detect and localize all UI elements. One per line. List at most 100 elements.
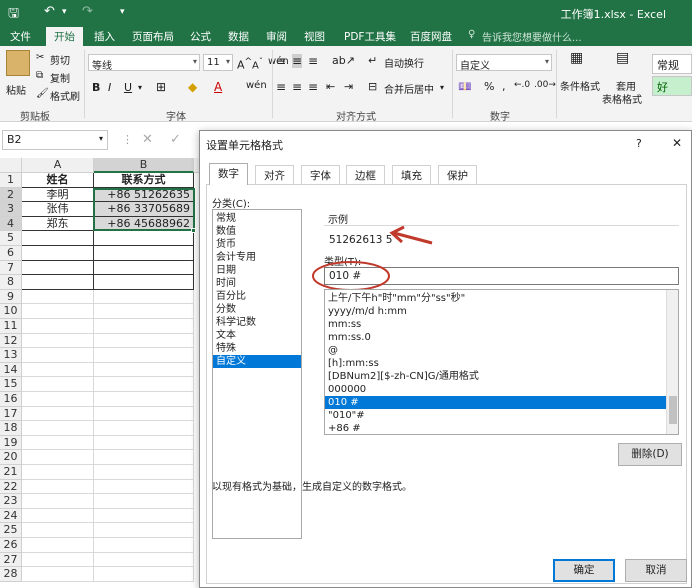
cell[interactable] xyxy=(22,304,94,319)
row-header[interactable]: 18 xyxy=(0,421,22,436)
cell[interactable] xyxy=(94,260,194,276)
tab-alignment[interactable]: 对齐 xyxy=(255,165,294,184)
cell[interactable] xyxy=(94,289,194,305)
cell[interactable] xyxy=(94,479,194,495)
increase-indent-icon[interactable]: ⇥ xyxy=(344,80,353,93)
delete-button[interactable]: 删除(D) xyxy=(618,443,682,466)
name-box[interactable]: B2 ▾ xyxy=(2,130,108,150)
font-color-icon[interactable]: A xyxy=(214,80,222,94)
cell[interactable] xyxy=(22,435,94,451)
row-header[interactable]: 24 xyxy=(0,508,22,524)
row-header[interactable]: 19 xyxy=(0,435,22,451)
border-icon[interactable]: ⊞ xyxy=(156,80,166,94)
row-header[interactable]: 2 xyxy=(0,187,22,203)
category-item[interactable]: 百分比 xyxy=(213,290,301,303)
category-item[interactable]: 日期 xyxy=(213,264,301,277)
tab-baidu-netdisk[interactable]: 百度网盘 xyxy=(410,29,452,44)
cell[interactable] xyxy=(22,567,94,582)
format-item[interactable]: 000000 xyxy=(325,383,666,396)
format-item[interactable]: mm:ss.0 xyxy=(325,331,666,344)
ok-button[interactable]: 确定 xyxy=(553,559,615,582)
cell[interactable] xyxy=(22,289,94,305)
tab-review[interactable]: 审阅 xyxy=(266,29,287,44)
cell[interactable] xyxy=(22,450,94,465)
row-header[interactable]: 12 xyxy=(0,333,22,349)
row-header[interactable]: 21 xyxy=(0,465,22,480)
special-char-icon[interactable]: wén xyxy=(246,80,267,91)
cell[interactable] xyxy=(94,333,194,349)
paste-icon[interactable] xyxy=(6,50,30,76)
cell[interactable] xyxy=(94,246,194,261)
underline-icon[interactable]: U xyxy=(124,81,132,94)
cell[interactable] xyxy=(22,333,94,349)
tab-border[interactable]: 边框 xyxy=(346,165,385,184)
row-header[interactable]: 3 xyxy=(0,202,22,217)
paste-button[interactable]: 粘贴 xyxy=(6,82,26,97)
customize-toolbar-icon[interactable]: ▾ xyxy=(120,7,125,17)
cell[interactable] xyxy=(94,231,194,246)
cell[interactable] xyxy=(94,523,194,538)
shrink-font-icon[interactable]: Aˇ xyxy=(252,56,263,71)
tab-insert[interactable]: 插入 xyxy=(94,29,115,44)
cell[interactable] xyxy=(22,260,94,276)
cell[interactable] xyxy=(94,435,194,451)
cell[interactable] xyxy=(22,231,94,246)
cell[interactable] xyxy=(22,319,94,334)
cell[interactable]: +86 33705689 xyxy=(94,202,194,217)
orientation-icon[interactable]: ab↗ xyxy=(332,54,355,67)
merge-center-icon[interactable]: ⊟ xyxy=(368,80,377,93)
cell[interactable] xyxy=(94,567,194,582)
align-bottom-icon[interactable]: ≡ xyxy=(308,54,318,68)
tab-fill[interactable]: 填充 xyxy=(392,165,431,184)
category-item[interactable]: 会计专用 xyxy=(213,251,301,264)
cancel-button[interactable]: 取消 xyxy=(625,559,687,582)
cell[interactable] xyxy=(94,552,194,568)
cell[interactable] xyxy=(94,538,194,553)
cell[interactable] xyxy=(22,523,94,538)
row-header[interactable]: 17 xyxy=(0,406,22,422)
help-button[interactable]: ? xyxy=(636,137,642,150)
cut-button[interactable]: 剪切 xyxy=(50,52,70,67)
table-format-button-2[interactable]: 表格格式 xyxy=(602,91,642,106)
category-item[interactable]: 科学记数 xyxy=(213,316,301,329)
scrollbar-thumb[interactable] xyxy=(669,396,677,424)
close-button[interactable]: ✕ xyxy=(672,136,682,150)
style-good[interactable]: 好 xyxy=(652,76,692,96)
enter-icon[interactable]: ✓ xyxy=(170,132,181,147)
cell[interactable]: 张伟 xyxy=(22,202,94,217)
format-painter-button[interactable]: 格式刷 xyxy=(50,88,80,103)
undo-icon[interactable]: ↶ xyxy=(44,4,55,19)
italic-icon[interactable]: I xyxy=(108,81,111,94)
column-header-b[interactable]: B xyxy=(94,158,194,173)
tab-home[interactable]: 开始 xyxy=(46,27,83,46)
format-item[interactable]: 010 # xyxy=(325,396,666,409)
cell[interactable] xyxy=(22,275,94,290)
increase-decimal-icon[interactable]: ←.0 xyxy=(514,80,530,90)
format-item[interactable]: [DBNum2][$-zh-CN]G/通用格式 xyxy=(325,370,666,383)
category-item[interactable]: 货币 xyxy=(213,238,301,251)
cell[interactable] xyxy=(94,494,194,509)
row-header[interactable]: 10 xyxy=(0,304,22,319)
tab-font[interactable]: 字体 xyxy=(301,165,340,184)
tab-file[interactable]: 文件 xyxy=(10,29,31,44)
format-item[interactable]: 上午/下午h"时"mm"分"ss"秒" xyxy=(325,292,666,305)
row-header[interactable]: 25 xyxy=(0,523,22,538)
category-item[interactable]: 特殊 xyxy=(213,342,301,355)
chevron-down-icon[interactable]: ▾ xyxy=(138,83,142,92)
row-header[interactable]: 13 xyxy=(0,348,22,363)
cell[interactable] xyxy=(94,508,194,524)
format-item[interactable]: mm:ss xyxy=(325,318,666,331)
format-item[interactable]: yyyy/m/d h:mm xyxy=(325,305,666,318)
save-icon[interactable]: 🖫 xyxy=(8,4,19,26)
cell[interactable] xyxy=(94,275,194,290)
row-header[interactable]: 7 xyxy=(0,260,22,276)
undo-dropdown-icon[interactable]: ▾ xyxy=(62,7,67,17)
row-header[interactable]: 28 xyxy=(0,567,22,582)
cell[interactable] xyxy=(94,406,194,422)
format-item[interactable]: "010"# xyxy=(325,409,666,422)
row-header[interactable]: 20 xyxy=(0,450,22,465)
cell[interactable]: 李明 xyxy=(22,187,94,203)
number-format-combo[interactable]: 自定义 ▾ xyxy=(456,54,552,72)
row-header[interactable]: 8 xyxy=(0,275,22,290)
tab-pdf-tools[interactable]: PDF工具集 xyxy=(344,29,396,44)
